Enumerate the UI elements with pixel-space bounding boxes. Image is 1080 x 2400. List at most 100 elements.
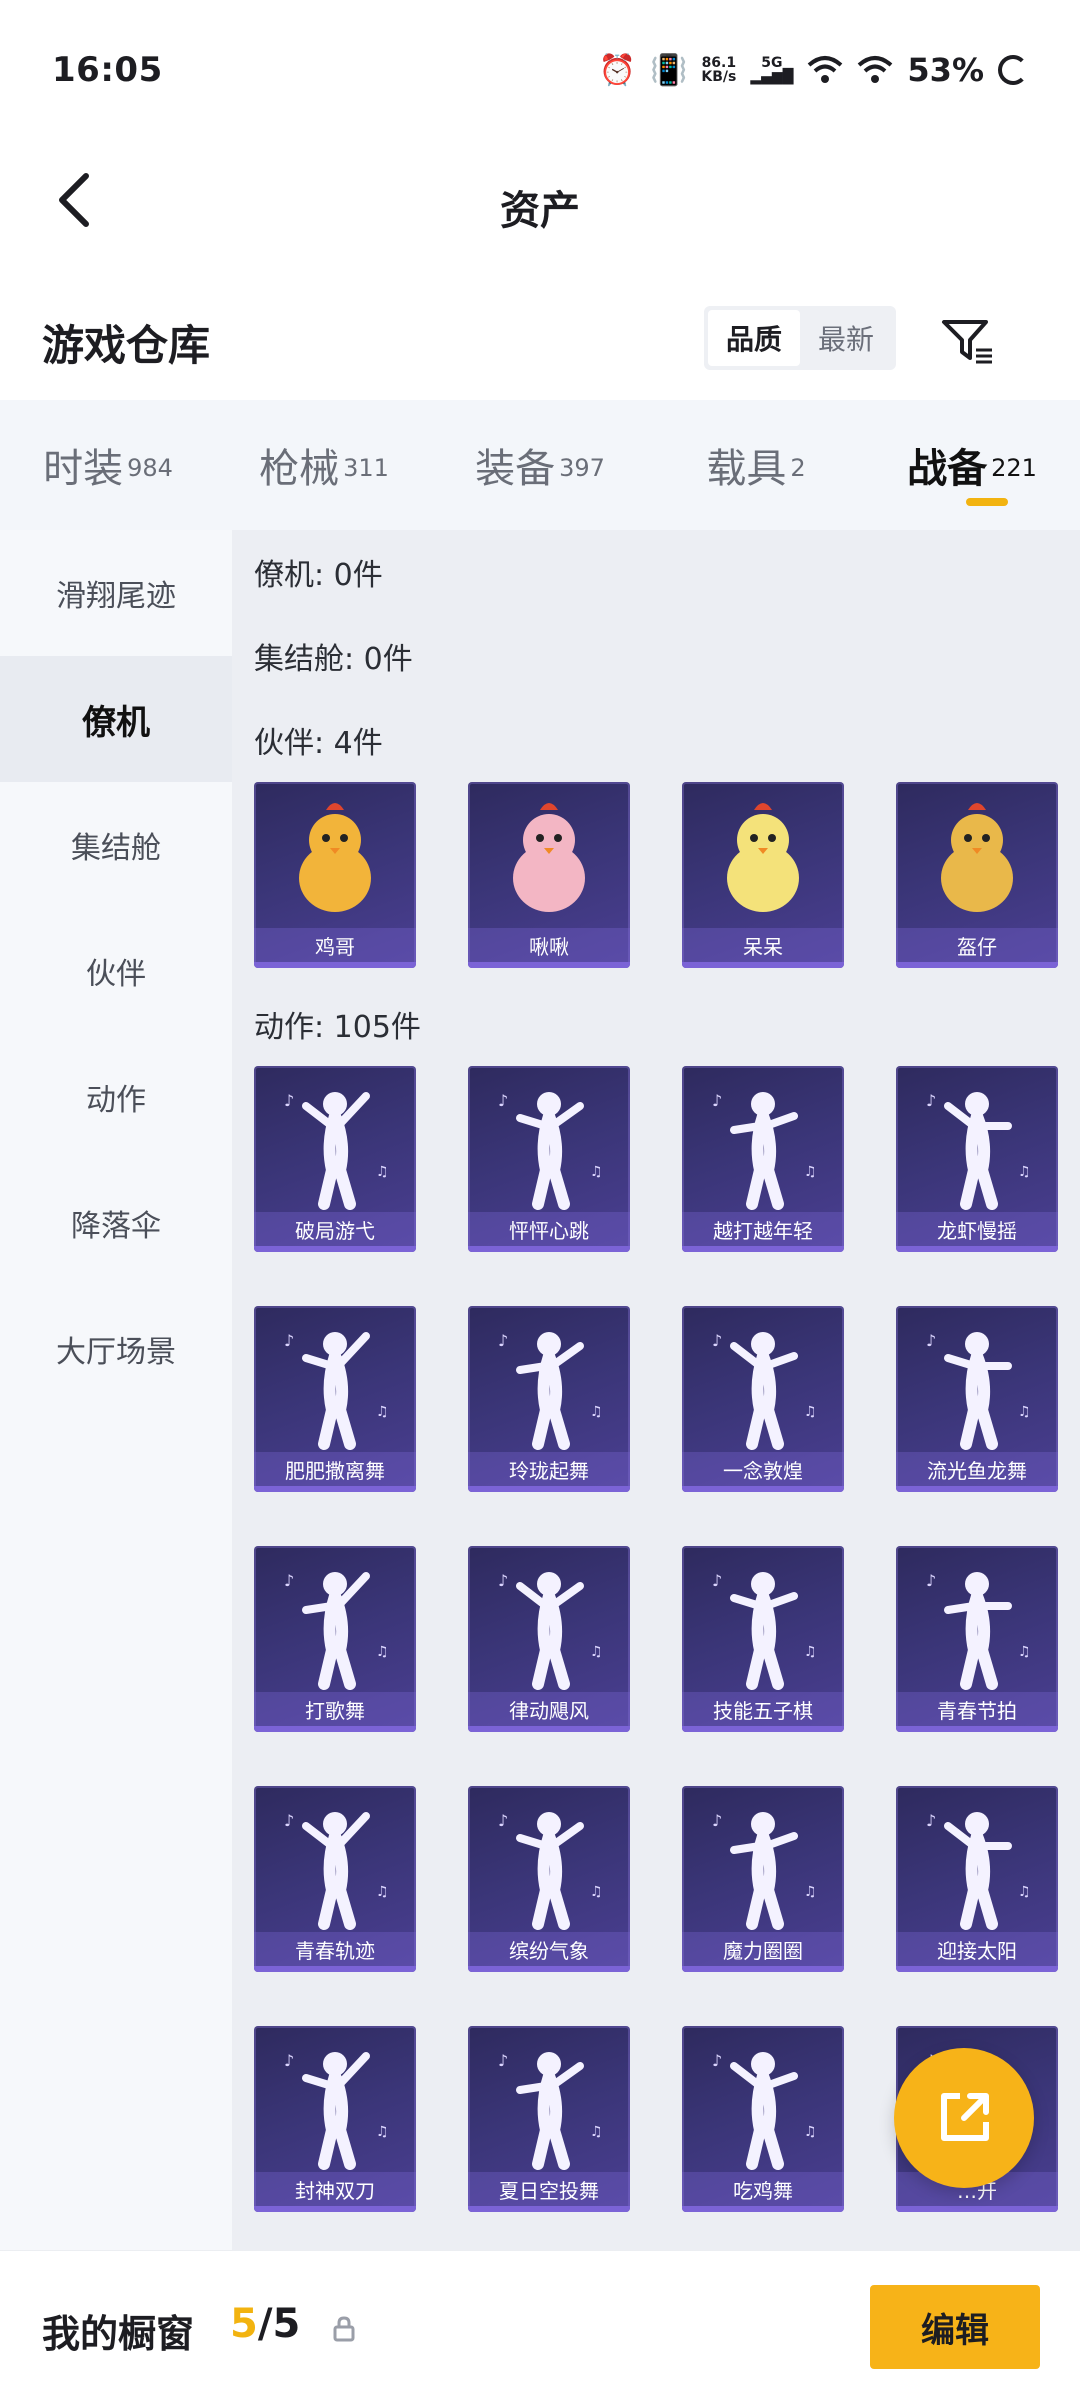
dance-figure-icon: ♪♫ (284, 2051, 389, 2170)
tab-underline (966, 498, 1008, 506)
emote-card[interactable]: ♪ ♫ 缤纷气象 (468, 1786, 630, 1972)
alarm-icon: ⏰ (598, 52, 636, 88)
svg-text:♪: ♪ (926, 1331, 936, 1350)
sidebar-item-capsule[interactable]: 集结舱 (0, 782, 232, 908)
emote-card[interactable]: ♪ ♫ 封神双刀 (254, 2026, 416, 2212)
filter-button[interactable] (938, 312, 996, 370)
top-bar: 资产 (0, 140, 1080, 260)
dance-figure-icon: ♪♫ (284, 1331, 389, 1450)
svg-text:♫: ♫ (590, 1164, 603, 1180)
emote-card[interactable]: ♪ ♫ 越打越年轻 (682, 1066, 844, 1252)
tab-label: 时装 (43, 446, 124, 492)
sidebar-item-glide-trail[interactable]: 滑翔尾迹 (0, 530, 232, 656)
dance-figure-icon: ♪♫ (498, 1811, 603, 1930)
dance-figure-icon: ♪♫ (926, 1811, 1031, 1930)
partner-card[interactable]: 盔仔 (896, 782, 1058, 968)
battery-icon (998, 55, 1028, 85)
emote-card[interactable]: ♪ ♫ 魔力圈圈 (682, 1786, 844, 1972)
dance-figure-icon: ♪♫ (712, 1571, 817, 1690)
dance-figure-icon: ♪♫ (498, 1331, 603, 1450)
sidebar-item-emote[interactable]: 动作 (0, 1034, 232, 1160)
svg-text:♫: ♫ (376, 1404, 389, 1420)
emote-card-label: 吃鸡舞 (682, 2172, 844, 2206)
section-title-partner: 伙伴: 4件 (254, 726, 383, 761)
signal-icon: 5G ▂▄▆█ (750, 55, 794, 85)
sidebar-item-lobby-scene[interactable]: 大厅场景 (0, 1286, 232, 1412)
partner-card-label: 啾啾 (468, 928, 630, 962)
emote-card-label: 魔力圈圈 (682, 1932, 844, 1966)
edit-button[interactable]: 编辑 (870, 2285, 1040, 2369)
showcase-total: /5 (257, 2301, 301, 2347)
emote-card[interactable]: ♪ ♫ 怦怦心跳 (468, 1066, 630, 1252)
emote-card[interactable]: ♪ ♫ 律动飓风 (468, 1546, 630, 1732)
warehouse-title: 游戏仓库 (42, 321, 211, 370)
emote-card[interactable]: ♪ ♫ 破局游弋 (254, 1066, 416, 1252)
partner-card-label: 鸡哥 (254, 928, 416, 962)
bottom-bar: 我的橱窗 5/5 编辑 (0, 2250, 1080, 2400)
net-speed: 86.1 KB/s (701, 56, 736, 84)
svg-text:♪: ♪ (498, 1091, 508, 1110)
tab-vehicles[interactable]: 载具 2 (648, 436, 864, 494)
page-title: 资产 (500, 188, 580, 234)
sidebar-item-parachute[interactable]: 降落伞 (0, 1160, 232, 1286)
emote-card[interactable]: ♪ ♫ 迎接太阳 (896, 1786, 1058, 1972)
showcase-label: 我的橱窗 (42, 2312, 195, 2356)
share-button[interactable] (894, 2048, 1034, 2188)
partner-card-label: 呆呆 (682, 928, 844, 962)
emote-card-label: 破局游弋 (254, 1212, 416, 1246)
svg-text:♫: ♫ (376, 2124, 389, 2140)
tab-count: 221 (991, 453, 1037, 482)
sort-option-quality[interactable]: 品质 (708, 310, 800, 366)
emote-card-label: 流光鱼龙舞 (896, 1452, 1058, 1486)
section-title-capsule: 集结舱: 0件 (254, 642, 413, 677)
status-icons: ⏰ 📳 86.1 KB/s 5G ▂▄▆█ 53% (599, 51, 1028, 89)
dance-figure-icon: ♪♫ (712, 2051, 817, 2170)
battery-percent: 53% (907, 51, 984, 89)
wifi-icon (808, 56, 843, 83)
emote-card[interactable]: ♪ ♫ 肥肥撒离舞 (254, 1306, 416, 1492)
partner-card[interactable]: 鸡哥 (254, 782, 416, 968)
partner-card[interactable]: 啾啾 (468, 782, 630, 968)
sidebar-item-partner[interactable]: 伙伴 (0, 908, 232, 1034)
tab-count: 397 (559, 453, 605, 482)
emote-card[interactable]: ♪ ♫ 青春轨迹 (254, 1786, 416, 1972)
emote-card-label: 越打越年轻 (682, 1212, 844, 1246)
svg-text:♪: ♪ (284, 1091, 294, 1110)
emote-card[interactable]: ♪ ♫ 吃鸡舞 (682, 2026, 844, 2212)
partner-card[interactable]: 呆呆 (682, 782, 844, 968)
emote-card[interactable]: ♪ ♫ 打歌舞 (254, 1546, 416, 1732)
tab-equipment[interactable]: 装备 397 (432, 436, 648, 494)
emote-card[interactable]: ♪ ♫ 玲珑起舞 (468, 1306, 630, 1492)
emote-grid: ♪ ♫ 破局游弋 ♪ ♫ 怦怦心跳 ♪ ♫ 越打越年轻 ♪ ♫ 龙虾慢摇 ♪ ♫ 肥肥撒离舞 ♪ ♫ 玲珑起舞 ♪ ♫… (254, 1066, 1080, 2212)
tab-war-prep[interactable]: 战备 221 (864, 436, 1080, 506)
dance-figure-icon: ♪♫ (284, 1811, 389, 1930)
emote-card-label: 打歌舞 (254, 1692, 416, 1726)
emote-card[interactable]: ♪ ♫ 流光鱼龙舞 (896, 1306, 1058, 1492)
tab-count: 984 (127, 453, 173, 482)
dance-figure-icon: ♪♫ (498, 2051, 603, 2170)
tab-label: 载具 (706, 446, 787, 492)
svg-text:♪: ♪ (498, 1571, 508, 1590)
svg-text:♫: ♫ (590, 1404, 603, 1420)
dance-figure-icon: ♪♫ (926, 1331, 1031, 1450)
emote-card-label: 青春节拍 (896, 1692, 1058, 1726)
tab-count: 2 (790, 453, 806, 482)
showcase-count: 5/5 (230, 2301, 300, 2347)
svg-text:♪: ♪ (712, 2051, 722, 2070)
emote-card[interactable]: ♪ ♫ 龙虾慢摇 (896, 1066, 1058, 1252)
svg-text:♫: ♫ (804, 2124, 817, 2140)
svg-text:♫: ♫ (1018, 1644, 1031, 1660)
tab-fashion[interactable]: 时装 984 (0, 436, 216, 494)
svg-text:♪: ♪ (284, 2051, 294, 2070)
tab-guns[interactable]: 枪械 311 (216, 436, 432, 494)
svg-text:♫: ♫ (590, 1644, 603, 1660)
section-title-emote: 动作: 105件 (254, 1010, 421, 1045)
emote-card[interactable]: ♪ ♫ 一念敦煌 (682, 1306, 844, 1492)
emote-card[interactable]: ♪ ♫ 夏日空投舞 (468, 2026, 630, 2212)
sort-option-newest[interactable]: 最新 (800, 310, 892, 366)
dance-figure-icon: ♪♫ (926, 1091, 1031, 1210)
emote-card[interactable]: ♪ ♫ 青春节拍 (896, 1546, 1058, 1732)
emote-card[interactable]: ♪ ♫ 技能五子棋 (682, 1546, 844, 1732)
tab-label: 装备 (475, 446, 556, 492)
sidebar-item-wingman[interactable]: 僚机 (0, 656, 232, 782)
